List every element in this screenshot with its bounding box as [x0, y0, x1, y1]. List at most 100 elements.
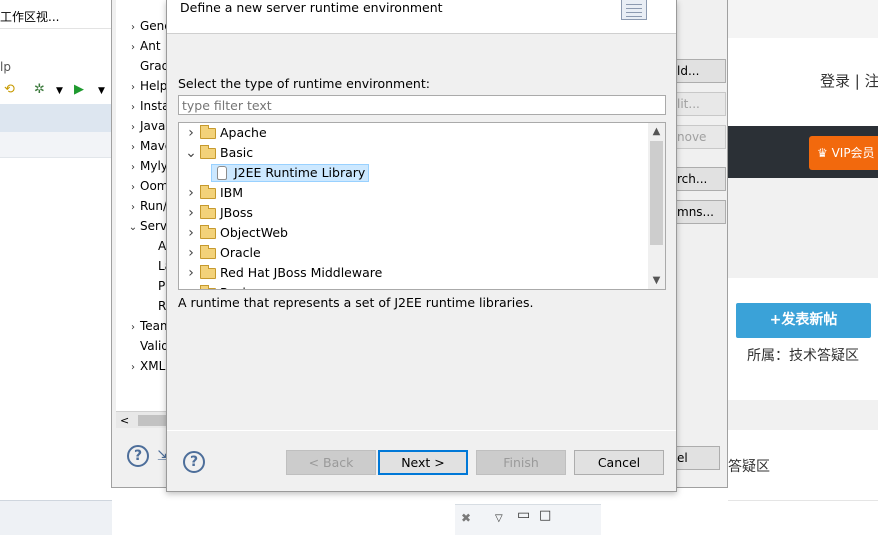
debug-icon[interactable]: ✲ [34, 82, 45, 97]
chevron-right-icon[interactable]: › [185, 263, 197, 283]
runtime-type-item[interactable]: J2EE Runtime Library [179, 163, 649, 183]
runtime-vendor-item[interactable]: › IBM [179, 183, 649, 203]
scroll-left-icon[interactable]: < [120, 412, 129, 429]
runtime-vendor-item[interactable]: › Red Hat JBoss Middleware [179, 263, 649, 283]
chevron-down-icon[interactable]: ⌄ [185, 143, 197, 163]
chevron-right-icon[interactable]: › [126, 18, 140, 38]
eclipse-workbench: 工作区视... lp ⟲ ✲ ▼ ▶ ▼ [0, 0, 112, 535]
vertical-scrollbar[interactable]: ▲ ▼ [648, 123, 665, 289]
new-post-button[interactable]: +发表新帖 [736, 303, 871, 338]
preferences-tree-item[interactable]: Audio [144, 236, 168, 256]
run-icon[interactable]: ▶ [74, 82, 84, 97]
chevron-right-icon[interactable]: › [126, 78, 140, 98]
chevron-right-icon[interactable]: › [185, 123, 197, 143]
runtime-vendor-item[interactable]: › ObjectWeb [179, 223, 649, 243]
chevron-down-icon[interactable]: ▼ [98, 86, 105, 96]
folder-icon [200, 225, 216, 239]
finish-button[interactable]: Finish [476, 450, 566, 475]
preferences-tree-item[interactable]: ⌄Server [126, 216, 168, 236]
cancel-button[interactable]: el [674, 446, 720, 470]
preferences-tree-item[interactable]: ›Mylyn [126, 156, 168, 176]
chevron-right-icon[interactable]: › [126, 138, 140, 158]
chevron-right-icon[interactable]: › [126, 158, 140, 178]
chevron-right-icon[interactable]: › [126, 318, 140, 338]
preferences-tree-item[interactable]: › Team [126, 316, 168, 336]
runtime-vendor-item[interactable]: › Apache [179, 123, 649, 143]
preferences-tree-item[interactable]: Validation [126, 336, 168, 356]
chevron-right-icon[interactable]: › [126, 198, 140, 218]
runtime-vendor-item[interactable]: › Oracle [179, 243, 649, 263]
chevron-right-icon[interactable]: › [126, 178, 140, 198]
login-link[interactable]: 登录 | 注 [820, 70, 878, 91]
chevron-right-icon[interactable]: › [126, 118, 140, 138]
vip-button[interactable]: ♛ VIP会员 [809, 136, 878, 170]
filter-input[interactable] [178, 95, 666, 115]
scroll-thumb[interactable] [138, 415, 168, 426]
view-tabs [0, 132, 112, 158]
scroll-down-icon[interactable]: ▼ [648, 272, 665, 289]
preferences-tree-item[interactable]: ›Run/Debug [126, 196, 168, 216]
skip-breakpoints-icon[interactable]: ⟲ [4, 82, 15, 97]
runtime-vendor-item[interactable]: › JBoss [179, 203, 649, 223]
preferences-tree-item[interactable]: ›General [126, 16, 168, 36]
top-bar [728, 0, 878, 38]
add-runtime-button[interactable]: ld... [674, 59, 726, 83]
help-icon[interactable]: ? [127, 445, 149, 467]
preferences-tree-item[interactable]: Gradle [126, 56, 168, 76]
preferences-tree-label: Gradle [140, 59, 168, 73]
chevron-right-icon[interactable]: › [185, 203, 197, 223]
next-button[interactable]: Next > [378, 450, 468, 475]
category-label: 所属：技术答疑区 [747, 348, 859, 364]
chevron-right-icon[interactable]: › [126, 38, 140, 58]
preferences-tree-item[interactable]: › Ant [126, 36, 161, 56]
chevron-down-icon[interactable]: ▼ [56, 86, 63, 96]
perspective-bar [0, 104, 112, 132]
menu-help[interactable]: lp [0, 60, 11, 74]
runtime-vendor-item[interactable]: › Resin [179, 283, 649, 289]
content-gap [728, 400, 878, 430]
chevron-right-icon[interactable]: › [126, 98, 140, 118]
maximize-icon[interactable]: □ [539, 508, 551, 523]
chevron-right-icon[interactable]: › [185, 243, 197, 263]
preferences-tree-item[interactable]: › XML [126, 356, 165, 376]
preferences-tree-item[interactable]: Profilers [144, 276, 168, 296]
folder-icon [200, 125, 216, 139]
runtime-vendor-label: IBM [220, 185, 244, 200]
folder-icon [200, 185, 216, 199]
columns-button[interactable]: mns... [674, 200, 726, 224]
main-toolbar: ⟲ ✲ ▼ ▶ ▼ [0, 78, 112, 104]
search-runtime-button[interactable]: rch... [674, 167, 726, 191]
runtime-vendor-label: Apache [220, 125, 267, 140]
preferences-tree-item[interactable]: › Java [126, 116, 165, 136]
section-label: 答疑区 [728, 459, 770, 475]
wizard-banner: Define a new server runtime environment [167, 0, 676, 34]
edit-runtime-button[interactable]: lit... [674, 92, 726, 116]
minimize-icon[interactable]: ▭ [517, 507, 530, 523]
remove-runtime-button[interactable]: nove [674, 125, 726, 149]
chevron-right-icon[interactable]: › [185, 223, 197, 243]
preferences-tree-item[interactable]: ›Install/Update [126, 96, 168, 116]
chevron-right-icon[interactable]: › [126, 358, 140, 378]
remove-all-icon[interactable]: ✖ [461, 511, 471, 525]
horizontal-scrollbar[interactable]: < [116, 411, 168, 428]
chevron-down-icon[interactable]: ⌄ [126, 218, 140, 238]
jar-icon [217, 166, 227, 180]
preferences-tree-item[interactable]: Launching [144, 256, 168, 276]
scroll-thumb[interactable] [650, 141, 663, 245]
divider [0, 28, 112, 29]
preferences-tree-label: Help [140, 79, 168, 93]
chevron-right-icon[interactable]: › [185, 283, 197, 289]
folder-icon [200, 265, 216, 279]
runtime-vendor-item[interactable]: ⌄ Basic [179, 143, 649, 163]
cancel-button[interactable]: Cancel [574, 450, 664, 475]
chevron-right-icon[interactable]: › [185, 183, 197, 203]
view-menu-icon[interactable]: ▽ [495, 513, 503, 524]
preferences-tree-item[interactable]: ›Oomph [126, 176, 168, 196]
preferences-tree-item[interactable]: ›Maven [126, 136, 168, 156]
scroll-up-icon[interactable]: ▲ [648, 123, 665, 140]
preferences-tree-item[interactable]: Runtime Environments [144, 296, 168, 316]
preferences-tree-item[interactable]: › Help [126, 76, 167, 96]
back-button[interactable]: < Back [286, 450, 376, 475]
runtime-vendor-label: Oracle [220, 245, 261, 260]
help-icon[interactable]: ? [183, 451, 205, 473]
